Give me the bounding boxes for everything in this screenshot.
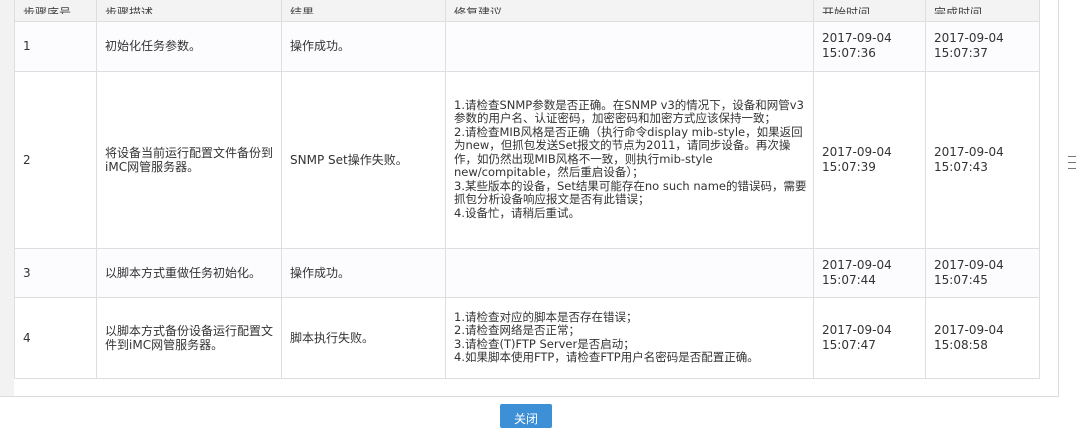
cell-suggestion: 1.请检查SNMP参数是否正确。在SNMP v3的情况下，设备和网管v3参数的用… [445,70,814,249]
cell-result: 脚本执行失败。 [281,296,446,379]
end-date: 2017-09-04 [934,322,1004,337]
suggestion-line: 2.请检查网络是否正常； [454,323,580,337]
cell-start-time: 2017-09-04 15:07:39 [813,70,926,249]
suggestion-line: 3.某些版本的设备，Set结果可能存在no such name的错误码，需要抓包… [454,178,807,207]
cell-end-time: 2017-09-04 15:07:45 [925,247,1040,298]
table-row: 4 以脚本方式备份设备运行配置文件到iMC网管服务器。 脚本执行失败。 1.请检… [14,296,1040,379]
start-date: 2017-09-04 [822,322,892,337]
cell-end-time: 2017-09-04 15:07:43 [925,70,1040,249]
cell-step-no: 2 [14,70,97,249]
end-date: 2017-09-04 [934,144,1004,159]
close-button[interactable]: 关闭 [500,404,552,428]
cell-start-time: 2017-09-04 15:07:47 [813,296,926,379]
cell-start-time: 2017-09-04 15:07:36 [813,20,926,72]
cell-end-time: 2017-09-04 15:08:58 [925,296,1040,379]
col-header-result[interactable]: 结果 [281,0,446,22]
suggestion-line: 1.请检查SNMP参数是否正确。在SNMP v3的情况下，设备和网管v3参数的用… [454,97,804,126]
end-date: 2017-09-04 [934,257,1004,272]
col-header-end-time[interactable]: 完成时间 [925,0,1040,22]
start-date: 2017-09-04 [822,257,892,272]
start-clock: 15:07:47 [822,337,876,352]
end-clock: 15:08:58 [934,337,988,352]
cell-suggestion [445,20,814,72]
cell-result: 操作成功。 [281,247,446,298]
table-row: 1 初始化任务参数。 操作成功。 2017-09-04 15:07:36 201… [14,20,1040,72]
suggestion-line: 4.设备忙，请稍后重试。 [454,205,580,220]
suggestion-line: 4.如果脚本使用FTP，请检查FTP用户名密码是否配置正确。 [454,350,759,364]
cell-suggestion [445,247,814,298]
col-header-start-time[interactable]: 开始时间 [813,0,926,22]
end-clock: 15:07:37 [934,46,988,60]
cell-step-no: 4 [14,296,97,379]
cell-step-desc: 将设备当前运行配置文件备份到iMC网管服务器。 [96,70,282,249]
cell-end-time: 2017-09-04 15:07:37 [925,20,1040,72]
col-header-suggestion[interactable]: 修复建议 [445,0,814,22]
start-clock: 15:07:39 [822,159,876,174]
cell-start-time: 2017-09-04 15:07:44 [813,247,926,298]
cell-step-desc: 以脚本方式备份设备运行配置文件到iMC网管服务器。 [96,296,282,379]
end-clock: 15:07:45 [934,272,988,287]
cell-step-no: 3 [14,247,97,298]
cell-step-desc: 初始化任务参数。 [96,20,282,72]
dialog-panel: 步骤序号 步骤描述 结果 修复建议 开始时间 完成时间 1 初始化任务参数。 操… [0,0,1059,397]
task-steps-table: 步骤序号 步骤描述 结果 修复建议 开始时间 完成时间 1 初始化任务参数。 操… [14,0,1040,379]
cell-result: SNMP Set操作失败。 [281,70,446,249]
start-date: 2017-09-04 [822,144,892,159]
cell-step-desc: 以脚本方式重做任务初始化。 [96,247,282,298]
suggestion-line: 3.请检查(T)FTP Server是否启动； [454,336,635,351]
col-header-step-no[interactable]: 步骤序号 [14,0,97,22]
end-date: 2017-09-04 [934,31,1004,45]
cell-step-no: 1 [14,20,97,72]
cell-result: 操作成功。 [281,20,446,72]
col-header-step-desc[interactable]: 步骤描述 [96,0,282,22]
start-clock: 15:07:36 [822,46,876,60]
panel-left-gutter [0,0,14,396]
start-date: 2017-09-04 [822,31,892,45]
grip-lines-icon[interactable] [1068,156,1076,169]
table-row: 3 以脚本方式重做任务初始化。 操作成功。 2017-09-04 15:07:4… [14,247,1040,298]
table-row: 2 将设备当前运行配置文件备份到iMC网管服务器。 SNMP Set操作失败。 … [14,70,1040,249]
cell-suggestion: 1.请检查对应的脚本是否存在错误； 2.请检查网络是否正常； 3.请检查(T)F… [445,296,814,379]
suggestion-line: 1.请检查对应的脚本是否存在错误； [454,309,638,324]
suggestion-line: 2.请检查MIB风格是否正确（执行命令display mib-style，如果返… [454,124,803,180]
end-clock: 15:07:43 [934,159,988,174]
table-header-row: 步骤序号 步骤描述 结果 修复建议 开始时间 完成时间 [14,0,1040,22]
start-clock: 15:07:44 [822,272,876,287]
